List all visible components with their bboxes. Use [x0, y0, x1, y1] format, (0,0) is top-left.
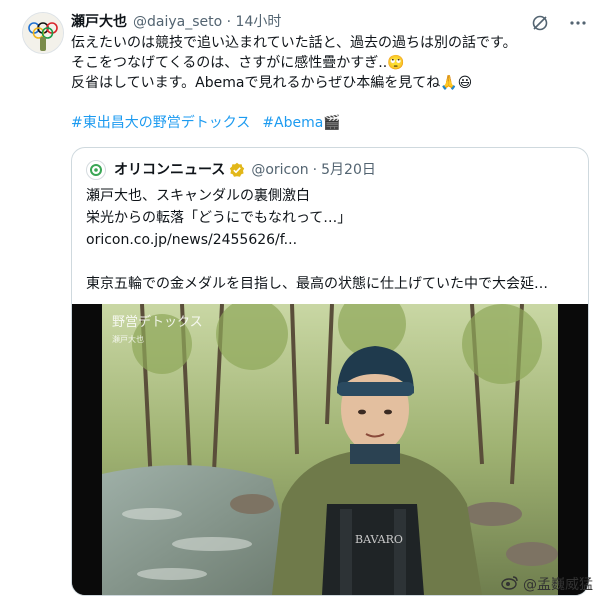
tweet-line: そこをつなげてくるのは、さすがに感性疊かすぎ..🙄: [71, 55, 405, 71]
weibo-watermark: @孟巍威猛: [501, 574, 593, 594]
tweet-text: 伝えたいのは競技で追い込まれていた話と、過去の過ちは別の話です。 そこをつなげて…: [71, 33, 571, 93]
avatar-image: [23, 13, 63, 53]
hashtag-row: #東出昌大の野営デトックス #Abema🎬: [71, 113, 353, 133]
tweet-time[interactable]: 14小时: [236, 14, 282, 30]
hashtag-link[interactable]: #Abema🎬: [262, 115, 340, 131]
verified-badge-icon: [229, 162, 245, 178]
quote-line: [86, 251, 576, 273]
quoted-tweet[interactable]: オリコンニュース @oricon · 5月20日 瀬戸大也、スキャンダルの裏側激…: [71, 147, 589, 596]
weibo-icon: [501, 574, 519, 594]
quote-header: オリコンニュース @oricon · 5月20日: [86, 159, 376, 181]
quote-line: 東京五輪での金メダルを目指し、最高の状態に仕上げていた中で大会延…: [86, 276, 548, 292]
separator-dot: ·: [312, 162, 318, 178]
header-actions: [531, 12, 587, 34]
tweet-header: 瀬戸大也 @daiya_seto · 14小时: [71, 12, 491, 32]
video-frame: BAVARO 野営デトックス 瀬戸大也: [72, 304, 588, 595]
tweet-line: 反省はしています。Abemaで見れるからぜひ本編を見てね🙏😃: [71, 75, 473, 91]
quote-line: 栄光からの転落「どうにでもなれって…」: [86, 210, 352, 226]
separator-dot: ·: [226, 14, 232, 30]
grok-icon[interactable]: [531, 14, 549, 32]
hashtag-link[interactable]: #東出昌大の野営デトックス: [71, 115, 250, 131]
quote-line: 瀬戸大也、スキャンダルの裏側激白: [86, 188, 310, 204]
more-icon[interactable]: [569, 14, 587, 32]
quote-date[interactable]: 5月20日: [321, 159, 376, 181]
video-overlay-subtitle: 瀬戸大也: [112, 334, 144, 344]
quote-author-name[interactable]: オリコンニュース: [114, 159, 225, 181]
author-avatar[interactable]: [22, 12, 64, 54]
quote-text: 瀬戸大也、スキャンダルの裏側激白 栄光からの転落「どうにでもなれって…」 ori…: [86, 185, 576, 295]
author-name[interactable]: 瀬戸大也: [71, 14, 127, 30]
quote-avatar[interactable]: [86, 160, 106, 180]
quote-handle[interactable]: @oricon: [251, 159, 308, 181]
shirt-logo-text: BAVARO: [355, 533, 403, 546]
quote-media-video[interactable]: BAVARO 野営デトックス 瀬戸大也: [72, 304, 588, 595]
video-overlay-title: 野営デトックス: [112, 314, 203, 330]
author-handle[interactable]: @daiya_seto: [133, 14, 222, 30]
tweet-line: 伝えたいのは競技で追い込まれていた話と、過去の過ちは別の話です。: [71, 35, 517, 51]
quote-link[interactable]: oricon.co.jp/news/2455626/f...: [86, 229, 576, 251]
watermark-text: @孟巍威猛: [523, 577, 593, 593]
